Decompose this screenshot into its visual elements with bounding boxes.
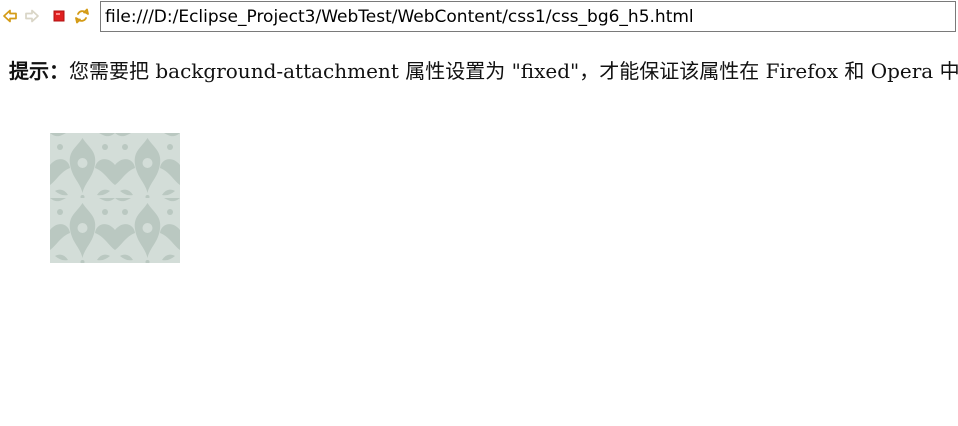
forward-arrow-icon[interactable] xyxy=(24,8,40,24)
hint-label: 提示： xyxy=(9,59,69,83)
url-address-input[interactable] xyxy=(100,1,956,32)
back-arrow-icon[interactable] xyxy=(2,8,18,24)
refresh-icon[interactable] xyxy=(74,8,90,24)
hint-text: 您需要把 background-attachment 属性设置为 "fixed"… xyxy=(69,59,958,83)
hint-paragraph: 提示：您需要把 background-attachment 属性设置为 "fix… xyxy=(9,57,958,85)
damask-pattern-image xyxy=(50,133,180,263)
browser-toolbar xyxy=(0,0,958,34)
damask-pattern-svg xyxy=(50,133,180,263)
stop-icon[interactable] xyxy=(51,8,67,24)
